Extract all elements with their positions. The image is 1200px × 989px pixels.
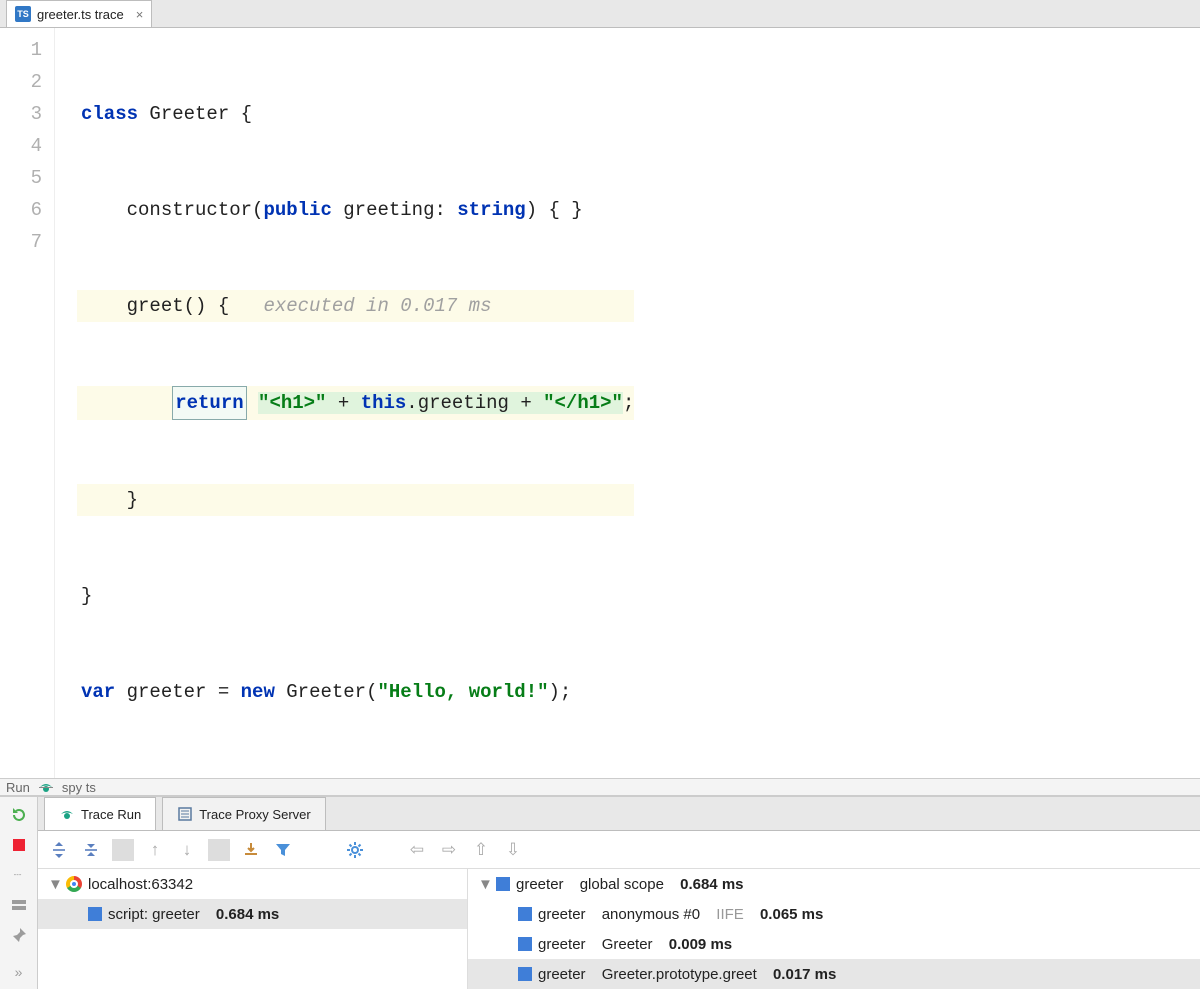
export-icon[interactable] bbox=[240, 839, 262, 861]
script-icon bbox=[88, 907, 102, 921]
arrow-up-icon[interactable]: ↑ bbox=[144, 839, 166, 861]
filter-icon[interactable] bbox=[272, 839, 294, 861]
code-area[interactable]: class Greeter { constructor(public greet… bbox=[55, 28, 634, 778]
tree-row[interactable]: greeter anonymous #0 IIFE 0.065 ms bbox=[468, 899, 1200, 929]
call-tree[interactable]: ▼ greeter global scope 0.684 ms greeter … bbox=[468, 869, 1200, 989]
close-icon[interactable]: × bbox=[136, 7, 144, 22]
tab-trace-run[interactable]: Trace Run bbox=[44, 797, 156, 830]
typescript-icon: TS bbox=[15, 6, 31, 22]
trace-panel: ┄ » Trace Run Trace Proxy Server ↑ ↓ bbox=[0, 796, 1200, 989]
tree-row[interactable]: ▼ greeter global scope 0.684 ms bbox=[468, 869, 1200, 899]
tree-row[interactable]: greeter Greeter 0.009 ms bbox=[468, 929, 1200, 959]
panel-tabs: Trace Run Trace Proxy Server bbox=[38, 797, 1200, 831]
chrome-icon bbox=[66, 876, 82, 892]
editor-tab[interactable]: TS greeter.ts trace × bbox=[6, 0, 152, 27]
disclosure-icon[interactable]: ▼ bbox=[48, 876, 60, 893]
collapse-all-icon[interactable] bbox=[80, 839, 102, 861]
spy-icon bbox=[38, 779, 54, 795]
tab-trace-proxy[interactable]: Trace Proxy Server bbox=[162, 797, 326, 830]
run-bar: Run spy ts bbox=[0, 778, 1200, 796]
nav-up-icon[interactable]: ⇧ bbox=[470, 839, 492, 861]
editor-tab-label: greeter.ts trace bbox=[37, 7, 124, 22]
tree-row[interactable]: script: greeter 0.684 ms bbox=[38, 899, 467, 929]
execution-hint: executed in 0.017 ms bbox=[263, 295, 491, 317]
line-gutter: 1 2 3 4 5 6 7 bbox=[0, 28, 55, 778]
run-label: Run bbox=[6, 780, 30, 795]
frame-icon bbox=[518, 937, 532, 951]
stop-icon[interactable] bbox=[11, 837, 27, 853]
tree-label: script: greeter bbox=[108, 906, 200, 923]
nav-forward-icon[interactable]: ⇨ bbox=[438, 839, 460, 861]
panel-tool-column: ┄ » bbox=[0, 797, 38, 989]
tree-row[interactable]: ▼ localhost:63342 bbox=[38, 869, 467, 899]
layout-icon[interactable] bbox=[11, 897, 27, 913]
settings-icon[interactable] bbox=[344, 839, 366, 861]
expand-icon[interactable]: » bbox=[15, 965, 23, 979]
nav-back-icon[interactable]: ⇦ bbox=[406, 839, 428, 861]
tree-time: 0.684 ms bbox=[216, 906, 279, 923]
run-config-name: spy ts bbox=[62, 780, 96, 795]
rerun-icon[interactable] bbox=[11, 807, 27, 823]
pin-icon[interactable] bbox=[11, 927, 27, 943]
arrow-down-icon[interactable]: ↓ bbox=[176, 839, 198, 861]
nav-down-icon[interactable]: ⇩ bbox=[502, 839, 524, 861]
frame-icon bbox=[518, 967, 532, 981]
expand-all-icon[interactable] bbox=[48, 839, 70, 861]
navigator-tree[interactable]: ▼ localhost:63342 script: greeter 0.684 … bbox=[38, 869, 468, 989]
tree-row[interactable]: greeter Greeter.prototype.greet 0.017 ms bbox=[468, 959, 1200, 989]
server-icon bbox=[177, 806, 193, 822]
disclosure-icon[interactable]: ▼ bbox=[478, 876, 490, 893]
separator: ┄ bbox=[14, 867, 24, 883]
tree-label: localhost:63342 bbox=[88, 876, 193, 893]
frame-icon bbox=[518, 907, 532, 921]
trace-toolbar: ↑ ↓ ⇦ ⇨ ⇧ ⇩ bbox=[38, 831, 1200, 869]
frame-icon bbox=[496, 877, 510, 891]
code-editor[interactable]: 1 2 3 4 5 6 7 class Greeter { constructo… bbox=[0, 28, 1200, 778]
spy-icon bbox=[59, 806, 75, 822]
editor-tab-strip: TS greeter.ts trace × bbox=[0, 0, 1200, 28]
